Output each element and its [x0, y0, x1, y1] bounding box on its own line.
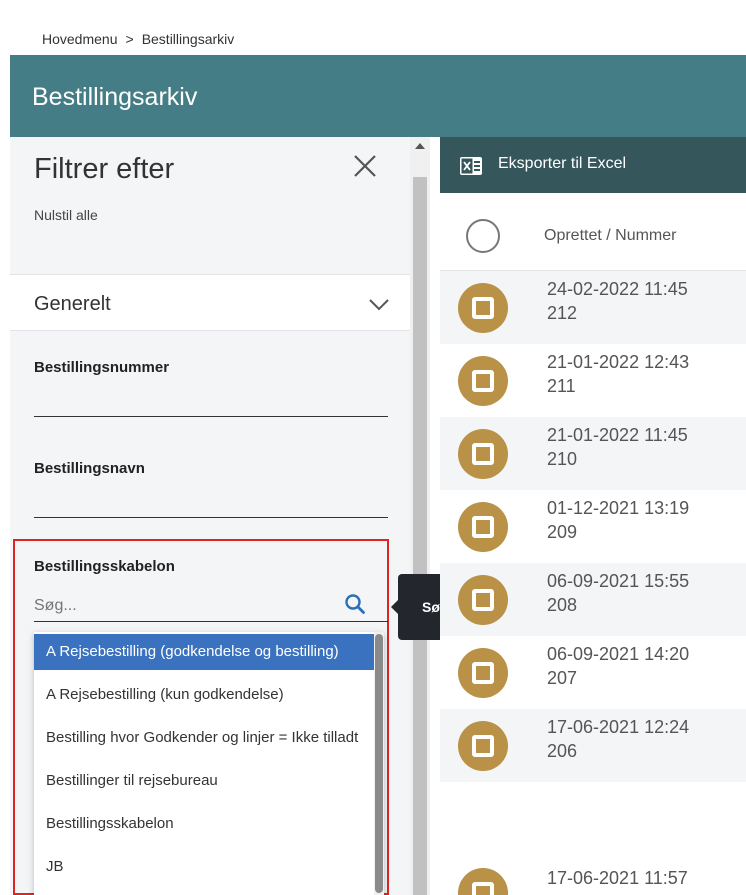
- order-status-icon: [458, 721, 508, 771]
- select-all-checkbox[interactable]: [466, 219, 500, 253]
- row-number: 211: [547, 376, 576, 396]
- template-option[interactable]: A Rejsebestilling (godkendelse og bestil…: [34, 634, 374, 670]
- breadcrumb-item-home[interactable]: Hovedmenu: [42, 31, 118, 47]
- export-excel-button[interactable]: Eksporter til Excel: [498, 155, 626, 173]
- template-search-input[interactable]: [34, 592, 364, 620]
- filter-panel-scrollbar[interactable]: [410, 137, 430, 895]
- filter-panel-scrollbar-thumb[interactable]: [413, 177, 427, 895]
- order-number-field[interactable]: [34, 391, 388, 417]
- row-number: 208: [547, 595, 578, 615]
- template-dropdown: A Rejsebestilling (godkendelse og bestil…: [34, 632, 384, 895]
- row-date: 01-12-2021 13:19: [547, 498, 690, 518]
- row-number: 212: [547, 303, 578, 323]
- table-row[interactable]: 06-09-2021 14:20 207: [440, 636, 746, 709]
- search-icon[interactable]: [344, 593, 366, 615]
- template-search-underline: [34, 621, 388, 622]
- template-option[interactable]: Bestillinger til rejsebureau: [34, 763, 374, 799]
- table-row[interactable]: 21-01-2022 11:45 210: [440, 417, 746, 490]
- order-status-icon: [458, 648, 508, 698]
- template-option[interactable]: Bestillingsskabelon: [34, 806, 374, 842]
- table-row[interactable]: 01-12-2021 13:19 209: [440, 490, 746, 563]
- reset-all-link[interactable]: Nulstil alle: [34, 207, 98, 223]
- table-row[interactable]: 21-01-2022 12:43 211: [440, 344, 746, 417]
- scroll-up-arrow-icon[interactable]: [415, 143, 425, 149]
- order-number-label: Bestillingsnummer: [34, 359, 170, 376]
- row-date: 06-09-2021 15:55: [547, 571, 690, 591]
- breadcrumb-trail: Hovedmenu > Bestillingsarkiv: [42, 31, 234, 47]
- order-status-icon: [458, 868, 508, 895]
- row-number: 209: [547, 522, 578, 542]
- row-date: 24-02-2022 11:45: [547, 279, 688, 299]
- dropdown-scrollbar-thumb[interactable]: [375, 634, 383, 893]
- order-status-icon: [458, 429, 508, 479]
- row-date: 17-06-2021 11:57: [547, 868, 688, 888]
- tooltip-arrow: [391, 600, 398, 614]
- order-status-icon: [458, 283, 508, 333]
- template-option[interactable]: A Rejsebestilling (kun godkendelse): [34, 677, 374, 713]
- section-general-label: Generelt: [34, 293, 111, 315]
- template-option[interactable]: JB: [34, 849, 374, 885]
- breadcrumb-item-current: Bestillingsarkiv: [141, 31, 235, 47]
- order-status-icon: [458, 575, 508, 625]
- row-number: 206: [547, 741, 578, 761]
- close-icon[interactable]: [350, 151, 380, 181]
- table-row[interactable]: 17-06-2021 11:57: [440, 782, 746, 895]
- filter-panel: Filtrer efter Nulstil alle Generelt Best…: [10, 137, 410, 895]
- row-number: 210: [547, 449, 578, 469]
- chevron-down-icon: [369, 299, 389, 311]
- row-date: 21-01-2022 11:45: [547, 425, 688, 445]
- order-template-label: Bestillingsskabelon: [34, 558, 175, 575]
- column-header-created-number[interactable]: Oprettet / Nummer: [544, 227, 676, 245]
- order-status-icon: [458, 502, 508, 552]
- list-toolbar: Eksporter til Excel: [440, 137, 746, 193]
- row-date: 06-09-2021 14:20: [547, 644, 690, 664]
- table-row[interactable]: 24-02-2022 11:45 212: [440, 271, 746, 344]
- filter-title: Filtrer efter: [34, 153, 175, 185]
- excel-icon: [460, 157, 482, 175]
- order-name-label: Bestillingsnavn: [34, 460, 145, 477]
- page-header: Bestillingsarkiv: [10, 55, 746, 137]
- table-row[interactable]: 17-06-2021 12:24 206: [440, 709, 746, 782]
- list-header: Oprettet / Nummer: [440, 193, 746, 271]
- order-status-icon: [458, 356, 508, 406]
- filter-panel-header: Filtrer efter Nulstil alle: [10, 137, 410, 275]
- template-option[interactable]: Bestilling hvor Godkender og linjer = Ik…: [34, 720, 374, 756]
- breadcrumb: Hovedmenu > Bestillingsarkiv: [0, 0, 746, 55]
- order-name-field[interactable]: [34, 492, 388, 518]
- row-date: 17-06-2021 12:24: [547, 717, 690, 737]
- row-date: 21-01-2022 12:43: [547, 352, 690, 372]
- table-row[interactable]: 06-09-2021 15:55 208: [440, 563, 746, 636]
- row-number: 207: [547, 668, 578, 688]
- section-general-toggle[interactable]: Generelt: [10, 275, 410, 331]
- breadcrumb-separator: >: [125, 31, 134, 47]
- page-title: Bestillingsarkiv: [32, 83, 198, 111]
